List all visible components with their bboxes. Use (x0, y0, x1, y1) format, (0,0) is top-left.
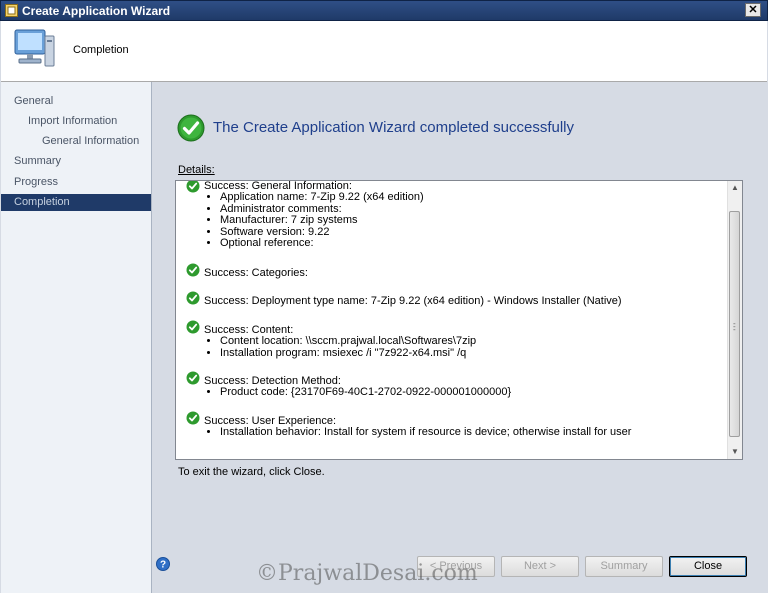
svg-text:?: ? (160, 560, 166, 571)
scrollbar-thumb[interactable]: --- (729, 211, 740, 437)
help-icon[interactable]: ? (156, 557, 170, 571)
exit-instructions: To exit the wizard, click Close. (178, 466, 325, 478)
window-title: Create Application Wizard (22, 4, 171, 18)
list-item: Installation behavior: Install for syste… (220, 426, 631, 439)
list-item: Application name: 7-Zip 9.22 (x64 editio… (220, 191, 424, 204)
close-button[interactable]: Close (669, 556, 747, 577)
details-textbox[interactable]: Success: General Information: Applicatio… (175, 180, 743, 460)
list-item: Optional reference: (220, 238, 424, 250)
page-title: Completion (73, 44, 129, 56)
summary-button[interactable]: Summary (585, 556, 663, 577)
wizard-app-icon (5, 4, 18, 17)
wizard-steps-nav: General Import Information General Infor… (1, 82, 152, 593)
success-check-icon (186, 181, 200, 193)
nav-item-completion[interactable]: Completion (1, 194, 151, 211)
details-label: Details: (178, 164, 215, 176)
nav-item-summary[interactable]: Summary (1, 153, 164, 170)
main-panel: The Create Application Wizard completed … (152, 82, 768, 593)
success-check-icon (186, 371, 200, 385)
grip-icon: --- (733, 319, 736, 334)
title-bar: Create Application Wizard ✕ (0, 0, 768, 21)
detail-entry-list: Application name: 7-Zip 9.22 (x64 editio… (206, 191, 424, 250)
list-item: Content location: \\sccm.prajwal.local\S… (220, 335, 476, 348)
detail-entry-list: Product code: {23170F69-40C1-2702-0922-0… (206, 386, 511, 399)
success-check-icon (186, 291, 200, 305)
success-check-icon (186, 263, 200, 277)
detail-entry-list: Content location: \\sccm.prajwal.local\S… (206, 335, 476, 360)
computer-wizard-icon (14, 29, 55, 67)
list-item: Product code: {23170F69-40C1-2702-0922-0… (220, 386, 511, 399)
nav-item-general[interactable]: General (1, 93, 164, 110)
next-button[interactable]: Next > (501, 556, 579, 577)
completion-headline: The Create Application Wizard completed … (213, 119, 574, 136)
scroll-down-arrow-icon[interactable]: ▼ (728, 445, 742, 459)
list-item: Installation program: msiexec /i "7z922-… (220, 347, 476, 360)
success-check-icon (177, 114, 205, 142)
success-check-icon (186, 320, 200, 334)
watermark: ©PrajwalDesai.com (256, 561, 478, 586)
detail-entry-title: Success: Categories: (204, 267, 308, 279)
nav-item-progress[interactable]: Progress (1, 174, 164, 191)
scroll-up-arrow-icon[interactable]: ▲ (728, 181, 742, 195)
details-scrollbar[interactable]: ▲ --- ▼ (727, 181, 742, 459)
wizard-header: Completion (1, 21, 767, 82)
detail-entry-title: Success: Deployment type name: 7-Zip 9.2… (204, 295, 622, 307)
detail-entry-list: Installation behavior: Install for syste… (206, 426, 631, 439)
close-window-button[interactable]: ✕ (745, 3, 761, 17)
success-check-icon (186, 411, 200, 425)
